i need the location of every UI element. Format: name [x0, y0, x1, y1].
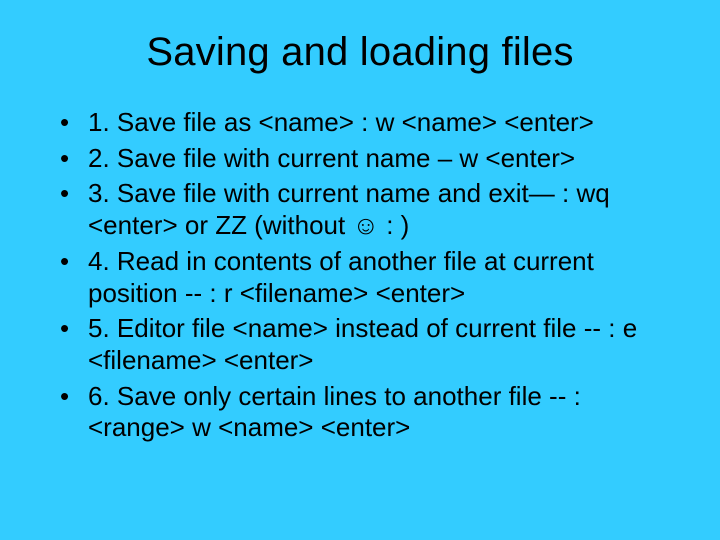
slide: Saving and loading files 1. Save file as…: [0, 0, 720, 540]
page-title: Saving and loading files: [50, 30, 670, 75]
list-item: 5. Editor file <name> instead of current…: [60, 313, 670, 376]
list-item: 3. Save file with current name and exit—…: [60, 178, 670, 241]
list-item: 1. Save file as <name> : w <name> <enter…: [60, 107, 670, 139]
list-item: 6. Save only certain lines to another fi…: [60, 381, 670, 444]
bullet-list: 1. Save file as <name> : w <name> <enter…: [50, 107, 670, 444]
list-item: 4. Read in contents of another file at c…: [60, 246, 670, 309]
list-item: 2. Save file with current name – w <ente…: [60, 143, 670, 175]
